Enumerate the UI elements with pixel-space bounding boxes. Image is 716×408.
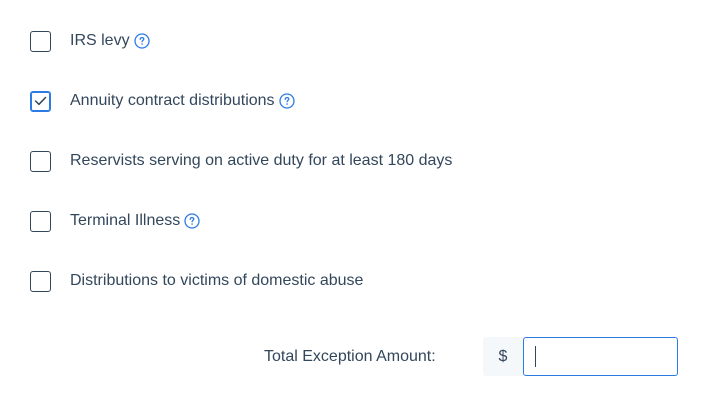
checkbox-annuity-contract-distributions[interactable] — [30, 90, 51, 112]
option-label-annuity-contract-distributions: Annuity contract distributions — [70, 92, 275, 109]
exception-form: IRS levy Annuity contract distributions — [0, 0, 716, 408]
option-reservists-active-duty[interactable]: Reservists serving on active duty for at… — [30, 149, 452, 173]
option-label-domestic-abuse-distributions: Distributions to victims of domestic abu… — [70, 272, 364, 289]
total-exception-amount-input[interactable] — [523, 337, 678, 376]
total-exception-label: Total Exception Amount: — [264, 348, 436, 365]
checkbox-domestic-abuse-distributions[interactable] — [30, 270, 51, 292]
option-terminal-illness[interactable]: Terminal Illness — [30, 209, 200, 233]
checkmark-icon — [34, 96, 47, 106]
checkbox-terminal-illness[interactable] — [30, 210, 51, 232]
option-domestic-abuse-distributions[interactable]: Distributions to victims of domestic abu… — [30, 269, 363, 293]
option-label-terminal-illness: Terminal Illness — [70, 212, 181, 229]
question-circle-icon[interactable] — [133, 33, 150, 49]
option-irs-levy[interactable]: IRS levy — [30, 29, 150, 53]
option-label-reservists-active-duty: Reservists serving on active duty for at… — [70, 152, 453, 169]
checkbox-reservists-active-duty[interactable] — [30, 150, 51, 172]
option-label-irs-levy: IRS levy — [70, 32, 130, 49]
text-caret — [535, 346, 536, 367]
total-exception-row: Total Exception Amount: $ — [0, 337, 716, 377]
currency-addon: $ — [483, 337, 523, 376]
currency-symbol: $ — [498, 347, 508, 365]
checkbox-irs-levy[interactable] — [30, 30, 51, 52]
question-circle-icon[interactable] — [184, 213, 200, 229]
option-annuity-contract-distributions[interactable]: Annuity contract distributions — [30, 89, 295, 113]
question-circle-icon[interactable] — [278, 93, 295, 109]
